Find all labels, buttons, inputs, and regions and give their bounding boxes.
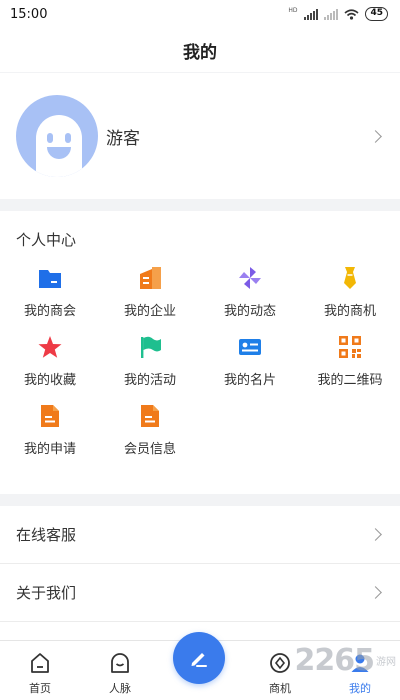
grid-item-my-chamber[interactable]: 我的商会 — [0, 257, 100, 326]
qrcode-icon — [339, 336, 361, 358]
tab-label: 商机 — [269, 682, 291, 695]
battery-indicator: 45 — [365, 7, 388, 21]
signal-secondary-icon — [324, 8, 339, 20]
publish-button[interactable] — [173, 632, 225, 684]
star-icon — [38, 336, 62, 358]
grid-item-my-qrcode[interactable]: 我的二维码 — [300, 326, 400, 395]
grid-item-my-favorites[interactable]: 我的收藏 — [0, 326, 100, 395]
tab-contacts[interactable]: 人脉 — [80, 641, 160, 700]
status-time: 15:00 — [10, 6, 48, 22]
status-bar: 15:00 HD 45 — [0, 0, 400, 28]
wifi-icon — [344, 8, 359, 20]
tab-label: 首页 — [29, 682, 51, 695]
document-icon — [41, 405, 59, 427]
profile-name: 游客 — [106, 128, 140, 149]
grid-item-label: 我的企业 — [123, 304, 176, 319]
tab-home[interactable]: 首页 — [0, 641, 80, 700]
flag-icon — [141, 336, 161, 358]
grid-item-my-business-card[interactable]: 我的名片 — [200, 326, 300, 395]
tie-icon — [344, 267, 356, 289]
section-title: 个人中心 — [16, 231, 77, 249]
page-title: 我的 — [183, 42, 217, 63]
grid-item-my-applications[interactable]: 我的申请 — [0, 395, 100, 464]
chevron-right-icon — [369, 586, 382, 599]
grid-item-my-company[interactable]: 我的企业 — [100, 257, 200, 326]
status-icons: HD 45 — [288, 7, 388, 21]
grid-item-label: 我的名片 — [223, 373, 276, 388]
grid-item-label: 我的商机 — [323, 304, 376, 319]
pen-icon — [191, 653, 207, 667]
watermark-number: 2265 — [294, 643, 375, 678]
folder-icon — [39, 270, 61, 288]
card-icon — [239, 339, 261, 355]
personal-center-section: 个人中心 我的商会 我的企业 我的动态 我的商机 我的收藏 我的活动 我的名片 … — [0, 211, 400, 494]
grid-item-my-feed[interactable]: 我的动态 — [200, 257, 300, 326]
pinwheel-icon — [239, 267, 261, 289]
building-icon — [140, 267, 161, 289]
grid-item-my-opportunity[interactable]: 我的商机 — [300, 257, 400, 326]
menu-item-label: 关于我们 — [16, 584, 77, 602]
menu-item-customer-service[interactable]: 在线客服 — [0, 506, 400, 564]
grid-item-member-info[interactable]: 会员信息 — [100, 395, 200, 464]
document-icon — [141, 405, 159, 427]
grid-item-label: 会员信息 — [123, 442, 176, 457]
home-icon — [31, 653, 49, 673]
page-title-bar: 我的 — [0, 28, 400, 72]
avatar — [16, 95, 98, 177]
watermark-text: 游网 — [376, 657, 396, 668]
menu-item-about-us[interactable]: 关于我们 — [0, 564, 400, 622]
watermark: 2265 游网 — [295, 643, 397, 678]
grid-item-label: 我的二维码 — [317, 373, 383, 388]
opportunity-icon — [270, 653, 290, 673]
profile-card[interactable]: 游客 — [0, 73, 400, 199]
grid-item-label: 我的申请 — [23, 442, 76, 457]
grid-item-label: 我的活动 — [123, 373, 176, 388]
menu-item-label: 在线客服 — [16, 526, 77, 544]
grid-item-label: 我的商会 — [23, 304, 76, 319]
network-tag: HD — [288, 7, 298, 14]
contacts-icon — [111, 653, 129, 673]
grid-item-my-activities[interactable]: 我的活动 — [100, 326, 200, 395]
grid-item-label: 我的动态 — [223, 304, 276, 319]
chevron-right-icon — [369, 528, 382, 541]
signal-icon — [304, 8, 319, 20]
grid-item-label: 我的收藏 — [23, 373, 76, 388]
personal-center-grid: 我的商会 我的企业 我的动态 我的商机 我的收藏 我的活动 我的名片 我的二维码… — [0, 257, 400, 464]
chevron-right-icon — [369, 129, 382, 143]
tab-label: 人脉 — [109, 682, 131, 695]
tab-label: 我的 — [349, 682, 371, 695]
